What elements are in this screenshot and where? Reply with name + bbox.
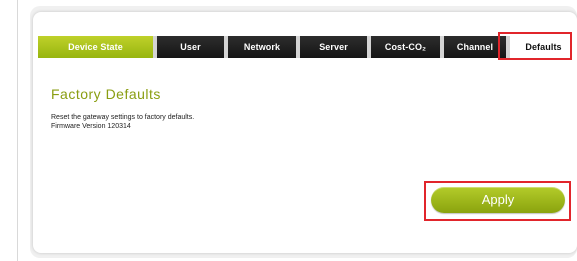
description-block: Reset the gateway settings to factory de… [51,113,194,131]
tab-channel-label: Channel [456,42,494,52]
tab-cost-co2-label: Cost-CO₂ [384,42,427,52]
reset-description: Reset the gateway settings to factory de… [51,114,195,121]
left-rule [17,0,18,261]
tab-device-state-label: Device State [68,42,123,52]
tab-network-label: Network [243,42,281,52]
tab-bar: Device State User Network Server Cost-CO… [38,36,577,58]
tab-network[interactable]: Network [228,36,300,58]
tab-server[interactable]: Server [300,36,371,58]
defaults-tab-highlight [498,32,572,60]
tab-user[interactable]: User [157,36,228,58]
page-title: Factory Defaults [51,86,161,102]
tab-cost-co2[interactable]: Cost-CO₂ [371,36,444,58]
tab-server-label: Server [319,42,348,52]
tab-user-label: User [180,42,201,52]
firmware-version-text: Firmware Version 120314 [51,123,131,130]
page: Device State User Network Server Cost-CO… [0,0,577,261]
apply-button[interactable]: Apply [431,187,565,213]
tab-device-state[interactable]: Device State [38,36,157,58]
